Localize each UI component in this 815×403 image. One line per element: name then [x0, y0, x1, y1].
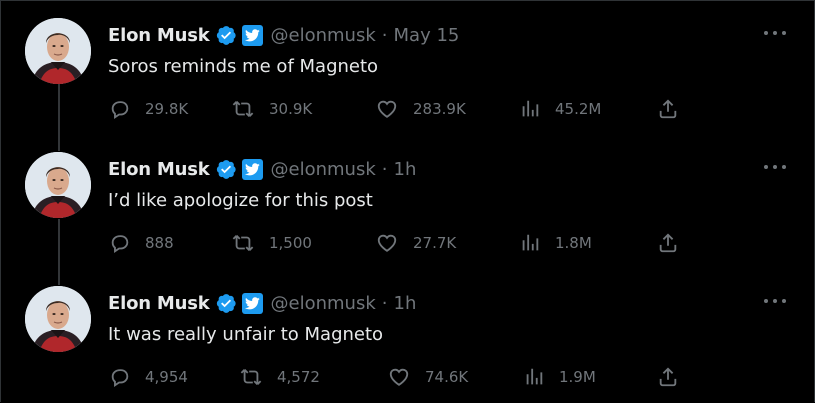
views-count: 45.2M: [555, 100, 602, 118]
views-count: 1.9M: [559, 368, 596, 386]
views-button[interactable]: 1.8M: [519, 230, 592, 256]
retweet-count: 1,500: [269, 234, 312, 252]
like-count: 27.7K: [413, 234, 457, 252]
reply-icon: [111, 235, 129, 253]
like-count: 74.6K: [425, 368, 469, 386]
views-count: 1.8M: [555, 234, 592, 252]
heart-icon: [377, 234, 397, 252]
tweet-text: Soros reminds me of Magneto: [108, 56, 379, 77]
tweet-timestamp[interactable]: 1h: [394, 293, 417, 314]
like-button[interactable]: 27.7K: [375, 230, 456, 256]
avatar[interactable]: [25, 286, 91, 352]
verified-badge-icon: [215, 24, 237, 46]
twitter-bird-icon: [241, 24, 263, 46]
reply-count: 888: [145, 234, 174, 252]
views-button[interactable]: 1.9M: [523, 364, 596, 390]
tweet[interactable]: Elon Musk @elonmusk · May 15 Soros remin…: [1, 1, 814, 135]
author-handle[interactable]: @elonmusk: [271, 293, 376, 314]
separator-dot: ·: [381, 292, 388, 314]
like-button[interactable]: 74.6K: [387, 364, 468, 390]
retweet-button[interactable]: 4,572: [239, 364, 320, 390]
tweet-actions: 4,954 4,572 74.6K 1.9M: [109, 364, 709, 390]
reply-button[interactable]: 4,954: [109, 364, 188, 390]
verified-badge-icon: [215, 158, 237, 180]
heart-icon: [389, 368, 409, 386]
separator-dot: ·: [381, 158, 388, 180]
views-chart-icon: [526, 368, 543, 385]
retweet-button[interactable]: 30.9K: [231, 96, 312, 122]
reply-count: 4,954: [145, 368, 188, 386]
twitter-bird-icon: [241, 158, 263, 180]
tweet[interactable]: Elon Musk @elonmusk · 1h It was really u…: [1, 269, 814, 403]
tweet-thread: Elon Musk @elonmusk · May 15 Soros remin…: [0, 0, 815, 402]
views-chart-icon: [522, 234, 539, 251]
tweet-timestamp[interactable]: May 15: [394, 25, 460, 46]
heart-icon: [377, 100, 397, 118]
separator-dot: ·: [381, 24, 388, 46]
retweet-count: 4,572: [277, 368, 320, 386]
retweet-count: 30.9K: [269, 100, 313, 118]
avatar-image: [25, 152, 91, 218]
share-icon: [659, 367, 677, 387]
more-options-icon[interactable]: [764, 28, 786, 38]
share-icon: [659, 233, 677, 253]
verified-badge-icon: [215, 292, 237, 314]
avatar-image: [25, 286, 91, 352]
share-button[interactable]: [657, 364, 679, 390]
author-name[interactable]: Elon Musk: [108, 293, 210, 314]
author-handle[interactable]: @elonmusk: [271, 25, 376, 46]
reply-icon: [111, 101, 129, 119]
like-button[interactable]: 283.9K: [375, 96, 466, 122]
retweet-icon: [232, 235, 254, 251]
avatar[interactable]: [25, 18, 91, 84]
tweet-text: I’d like apologize for this post: [108, 190, 373, 211]
twitter-bird-icon: [241, 292, 263, 314]
tweet[interactable]: Elon Musk @elonmusk · 1h I’d like apolog…: [1, 135, 814, 269]
reply-button[interactable]: 29.8K: [109, 96, 188, 122]
reply-icon: [111, 369, 129, 387]
share-icon: [659, 99, 677, 119]
tweet-header: Elon Musk @elonmusk · May 15: [108, 23, 459, 47]
author-name[interactable]: Elon Musk: [108, 25, 210, 46]
more-options-icon[interactable]: [764, 296, 786, 306]
tweet-header: Elon Musk @elonmusk · 1h: [108, 291, 416, 315]
author-handle[interactable]: @elonmusk: [271, 159, 376, 180]
retweet-button[interactable]: 1,500: [231, 230, 312, 256]
tweet-actions: 888 1,500 27.7K 1.8M: [109, 230, 709, 256]
more-options-icon[interactable]: [764, 162, 786, 172]
tweet-timestamp[interactable]: 1h: [394, 159, 417, 180]
share-button[interactable]: [657, 96, 679, 122]
reply-count: 29.8K: [145, 100, 189, 118]
like-count: 283.9K: [413, 100, 466, 118]
avatar[interactable]: [25, 152, 91, 218]
tweet-actions: 29.8K 30.9K 283.9K 45.2M: [109, 96, 709, 122]
tweet-text: It was really unfair to Magneto: [108, 324, 384, 345]
tweet-header: Elon Musk @elonmusk · 1h: [108, 157, 416, 181]
retweet-icon: [232, 101, 254, 117]
retweet-icon: [240, 369, 262, 385]
views-chart-icon: [522, 100, 539, 117]
views-button[interactable]: 45.2M: [519, 96, 601, 122]
share-button[interactable]: [657, 230, 679, 256]
author-name[interactable]: Elon Musk: [108, 159, 210, 180]
avatar-image: [25, 18, 91, 84]
reply-button[interactable]: 888: [109, 230, 174, 256]
